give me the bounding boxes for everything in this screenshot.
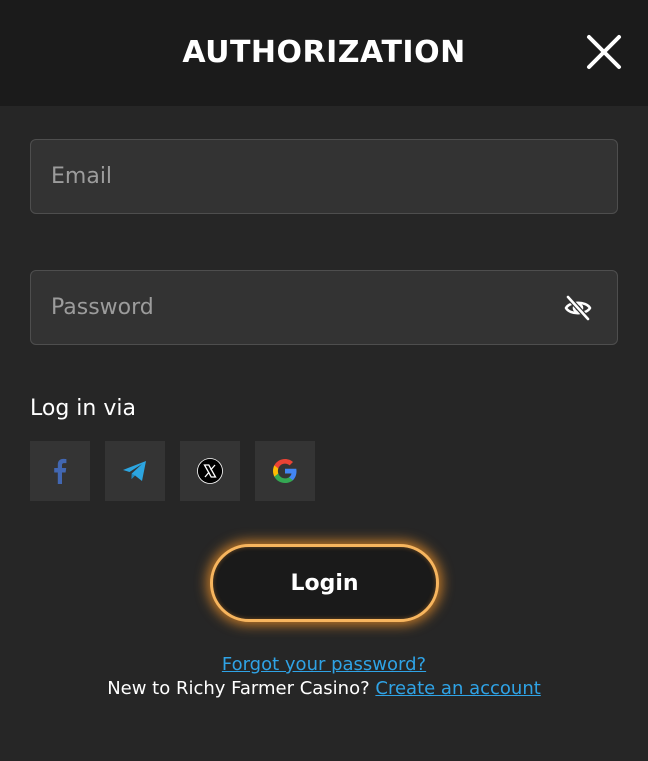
password-field xyxy=(30,270,618,345)
close-icon xyxy=(587,35,621,69)
password-visibility-toggle[interactable] xyxy=(563,293,593,323)
social-login-buttons xyxy=(30,441,315,501)
x-icon xyxy=(197,458,223,484)
forgot-password-link[interactable]: Forgot your password? xyxy=(222,654,426,675)
x-login-button[interactable] xyxy=(180,441,240,501)
close-button[interactable] xyxy=(586,34,622,70)
login-button[interactable]: Login xyxy=(210,544,439,622)
google-login-button[interactable] xyxy=(255,441,315,501)
telegram-login-button[interactable] xyxy=(105,441,165,501)
eye-off-icon xyxy=(564,294,592,321)
email-field xyxy=(30,139,618,214)
email-input[interactable] xyxy=(31,140,617,213)
facebook-icon xyxy=(54,458,67,484)
modal-header: AUTHORIZATION xyxy=(0,0,648,106)
signup-prompt: New to Richy Farmer Casino? xyxy=(107,678,370,699)
create-account-link[interactable]: Create an account xyxy=(375,678,540,699)
authorization-modal: AUTHORIZATION Log in via xyxy=(0,0,648,761)
signup-row: New to Richy Farmer Casino? Create an ac… xyxy=(0,678,648,699)
password-input[interactable] xyxy=(31,271,563,344)
social-login-label: Log in via xyxy=(30,396,136,421)
facebook-login-button[interactable] xyxy=(30,441,90,501)
forgot-password-row: Forgot your password? xyxy=(0,654,648,675)
modal-title: AUTHORIZATION xyxy=(182,34,466,70)
telegram-icon xyxy=(123,461,146,481)
google-icon xyxy=(273,459,297,483)
